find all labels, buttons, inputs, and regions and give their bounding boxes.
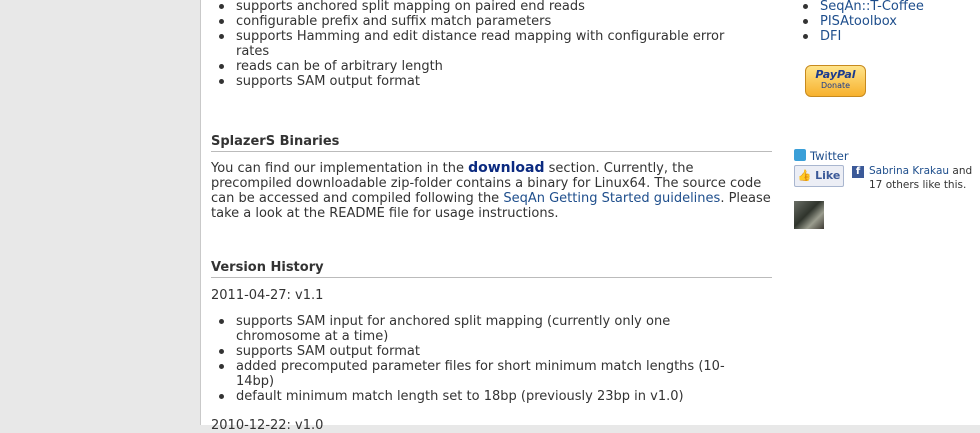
list-item: supports anchored split mapping on paire… [211,0,726,14]
binaries-heading: SplazerS Binaries [211,134,772,152]
version-label: 2010-12-22: v1.0 [211,418,324,433]
feature-list: supports anchored split mapping on paire… [211,0,726,89]
like-count-text: Sabrina Krakau and 17 others like this. [869,165,973,191]
getting-started-link[interactable]: SeqAn Getting Started guidelines [503,191,720,206]
version-changes-list: supports SAM input for anchored split ma… [211,314,726,404]
list-item: supports SAM output format [211,344,726,359]
list-item: supports SAM output format [211,74,726,89]
paypal-donate-button[interactable]: PayPal Donate [805,65,866,97]
sidebar-link[interactable]: PISAtoolbox [795,14,924,29]
sidebar-link[interactable]: DFI [795,29,924,44]
version-label: 2011-04-27: v1.1 [211,288,324,303]
sidebar-link[interactable]: SeqAn::T-Coffee [795,0,924,14]
list-item: reads can be of arbitrary length [211,59,726,74]
liker-name-link[interactable]: Sabrina Krakau [869,165,949,177]
list-item: supports SAM input for anchored split ma… [211,314,726,344]
facebook-icon: f [852,166,864,178]
list-item: default minimum match length set to 18bp… [211,389,726,404]
sidebar-links: SeqAn::T-Coffee PISAtoolbox DFI [795,0,924,44]
version-history-heading: Version History [211,260,772,278]
twitter-icon[interactable] [794,149,806,161]
list-item: supports Hamming and edit distance read … [211,29,726,59]
twitter-link[interactable]: Twitter [810,149,849,163]
binaries-paragraph: You can find our implementation in the d… [211,160,771,222]
main-content: supports anchored split mapping on paire… [200,0,784,433]
facebook-like-button[interactable]: 👍 Like [794,165,844,187]
user-avatar[interactable] [794,201,824,229]
sidebar: SeqAn::T-Coffee PISAtoolbox DFI PayPal D… [783,0,980,425]
list-item: added precomputed parameter files for sh… [211,359,726,389]
download-link[interactable]: download [468,160,544,176]
list-item: configurable prefix and suffix match par… [211,14,726,29]
